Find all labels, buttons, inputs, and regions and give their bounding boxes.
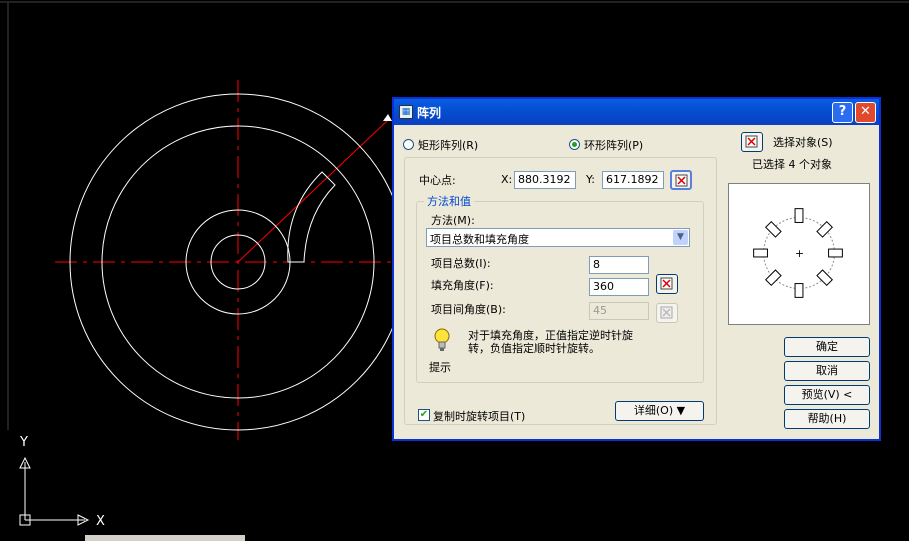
select-objects-icon [745, 135, 758, 148]
polar-array-radio[interactable] [569, 139, 580, 150]
tip-text: 对于填充角度，正值指定逆时针旋转，负值指定顺时针旋转。 [468, 329, 633, 355]
chevron-down-icon[interactable]: ▼ [673, 230, 688, 245]
ucs-y-label: Y [19, 435, 28, 450]
svg-text:+: + [795, 247, 804, 260]
rotate-items-label[interactable]: 复制时旋转项目(T) [433, 408, 525, 424]
selected-count-label: 已选择 4 个对象 [752, 158, 832, 171]
method-values-title: 方法和值 [424, 193, 474, 209]
fill-angle-input[interactable]: 360 [589, 278, 649, 296]
grip-marker [383, 114, 392, 121]
fill-angle-label: 填充角度(F): [431, 279, 494, 292]
total-items-label: 项目总数(I): [431, 257, 491, 270]
ucs-icon: Y X [19, 435, 105, 529]
help-question-button[interactable]: ? [832, 102, 853, 123]
pick-angle-disabled-icon [660, 306, 673, 319]
rect-array-radio[interactable] [403, 139, 414, 150]
method-select-value: 项目总数和填充角度 [430, 233, 529, 246]
tip-label: 提示 [429, 361, 451, 374]
x-label: X: [501, 173, 513, 186]
preview-button[interactable]: 预览(V) < [784, 385, 870, 405]
array-app-icon: ▦ [399, 105, 413, 119]
center-x-input[interactable]: 880.3192 [514, 171, 576, 189]
rotate-items-checkbox[interactable]: ✔ [418, 409, 430, 421]
cancel-button[interactable]: 取消 [784, 361, 870, 381]
radial-leader-line [237, 119, 389, 263]
item-angle-input: 45 [589, 302, 649, 320]
center-point-label: 中心点: [419, 174, 456, 187]
polar-array-label[interactable]: 环形阵列(P) [584, 137, 643, 153]
close-button[interactable]: ✕ [855, 102, 876, 123]
select-objects-button[interactable] [741, 132, 763, 152]
slot-shape [287, 171, 336, 263]
ok-button[interactable]: 确定 [784, 337, 870, 357]
method-label: 方法(M): [431, 214, 475, 227]
dialog-title: 阵列 [417, 106, 442, 120]
pick-center-button[interactable] [670, 170, 692, 190]
ucs-x-label: X [96, 514, 105, 529]
array-dialog[interactable]: ▦ 阵列 ? ✕ 矩形阵列(R) 环形阵列(P) 选择对象(S) 已选择 4 个… [392, 97, 881, 441]
array-preview: + [728, 183, 870, 325]
title-bar[interactable]: ▦ 阵列 ? ✕ [394, 99, 879, 125]
method-select[interactable]: 项目总数和填充角度 ▼ [426, 228, 690, 247]
lightbulb-icon [434, 328, 450, 351]
total-items-input[interactable]: 8 [589, 256, 649, 274]
pick-point-icon [675, 174, 688, 187]
item-angle-label: 项目间角度(B): [431, 303, 506, 316]
y-label: Y: [586, 173, 595, 186]
details-button[interactable]: 详细(O) ▼ [615, 401, 704, 421]
rect-array-label[interactable]: 矩形阵列(R) [418, 137, 478, 153]
pick-angle-icon [660, 277, 673, 290]
center-y-input[interactable]: 617.1892 [602, 171, 664, 189]
pick-fill-angle-button[interactable] [656, 274, 678, 294]
help-button[interactable]: 帮助(H) [784, 409, 870, 429]
pick-item-angle-button [656, 303, 678, 323]
select-objects-label: 选择对象(S) [773, 136, 833, 149]
